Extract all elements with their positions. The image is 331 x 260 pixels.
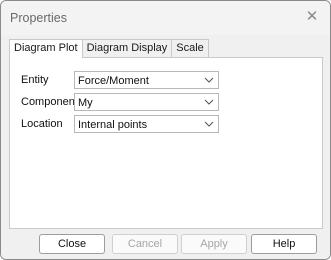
entity-value: Force/Moment: [78, 75, 149, 87]
properties-dialog: Properties ✕ Diagram Plot Diagram Displa…: [0, 0, 331, 260]
dialog-title: Properties: [10, 11, 67, 25]
component-row: Component My: [10, 93, 322, 111]
tab-diagram-plot[interactable]: Diagram Plot: [9, 39, 83, 58]
help-button[interactable]: Help: [251, 234, 317, 254]
chevron-down-icon: [204, 99, 214, 105]
location-row: Location Internal points: [10, 115, 322, 133]
chevron-down-icon: [204, 121, 214, 127]
tab-scale[interactable]: Scale: [171, 39, 209, 57]
location-dropdown[interactable]: Internal points: [74, 115, 219, 133]
cancel-button[interactable]: Cancel: [112, 234, 178, 254]
component-value: My: [78, 97, 93, 109]
location-value: Internal points: [78, 119, 148, 131]
tab-diagram-display[interactable]: Diagram Display: [81, 39, 173, 57]
button-bar: Close Cancel Apply Help: [1, 229, 330, 259]
chevron-down-icon: [204, 77, 214, 83]
apply-button[interactable]: Apply: [181, 234, 247, 254]
title-bar: Properties ✕: [1, 1, 330, 35]
close-button[interactable]: Close: [39, 234, 105, 254]
tab-strip: Diagram Plot Diagram Display Scale: [9, 39, 209, 58]
component-label: Component: [21, 96, 78, 108]
diagram-plot-panel: Entity Force/Moment Component My Locatio…: [9, 57, 323, 229]
component-dropdown[interactable]: My: [74, 93, 219, 111]
entity-row: Entity Force/Moment: [10, 71, 322, 89]
close-icon[interactable]: ✕: [302, 7, 322, 27]
entity-dropdown[interactable]: Force/Moment: [74, 71, 219, 89]
location-label: Location: [21, 118, 63, 130]
entity-label: Entity: [21, 74, 49, 86]
